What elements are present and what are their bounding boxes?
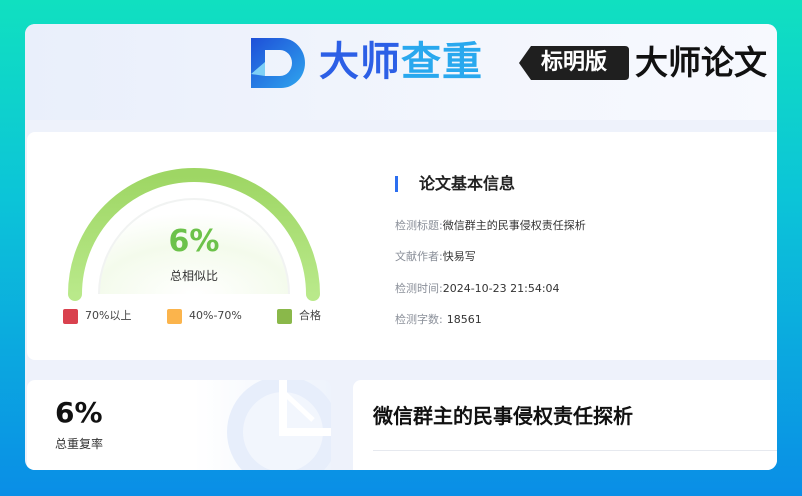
legend-swatch-medium xyxy=(167,308,182,324)
legend-high: 70%以上 xyxy=(63,308,131,324)
page-title: 大师论文 xyxy=(635,43,767,82)
repeat-rate-percent: 6% xyxy=(55,396,103,429)
similarity-percent: 6% xyxy=(168,224,220,259)
report-card: 大师查重 标明版 大师论文 6% 总相似比 70%以上 40%-70% 合格 论… xyxy=(25,24,777,470)
similarity-label: 总相似比 xyxy=(169,269,218,283)
similarity-panel: 6% 总相似比 70%以上 40%-70% 合格 论文基本信息 检测标题:微信群… xyxy=(27,132,777,360)
brand-logo-icon xyxy=(251,38,305,88)
legend-pass: 合格 xyxy=(277,308,321,324)
info-title: 论文基本信息 xyxy=(419,174,516,193)
document-title: 微信群主的民事侵权责任探析 xyxy=(373,404,633,428)
info-row-title: 检测标题:微信群主的民事侵权责任探析 xyxy=(395,219,586,232)
repeat-rate-label: 总重复率 xyxy=(55,437,104,451)
info-row-wordcount: 检测字数: 18561 xyxy=(395,313,482,326)
brand-name: 大师查重 xyxy=(319,39,483,85)
legend-medium: 40%-70% xyxy=(167,308,242,324)
document-panel: 微信群主的民事侵权责任探析 xyxy=(353,380,777,470)
repeat-rate-panel: 6% 总重复率 xyxy=(27,380,331,470)
info-row-author: 文献作者:快易写 xyxy=(395,250,476,263)
legend-swatch-high xyxy=(63,308,78,324)
report-header: 大师查重 标明版 大师论文 xyxy=(25,24,777,120)
divider xyxy=(373,450,777,451)
info-row-time: 检测时间:2024-10-23 21:54:04 xyxy=(395,282,560,295)
pie-decoration-icon xyxy=(227,380,331,470)
info-title-accent xyxy=(395,176,398,192)
legend-swatch-pass xyxy=(277,308,292,324)
